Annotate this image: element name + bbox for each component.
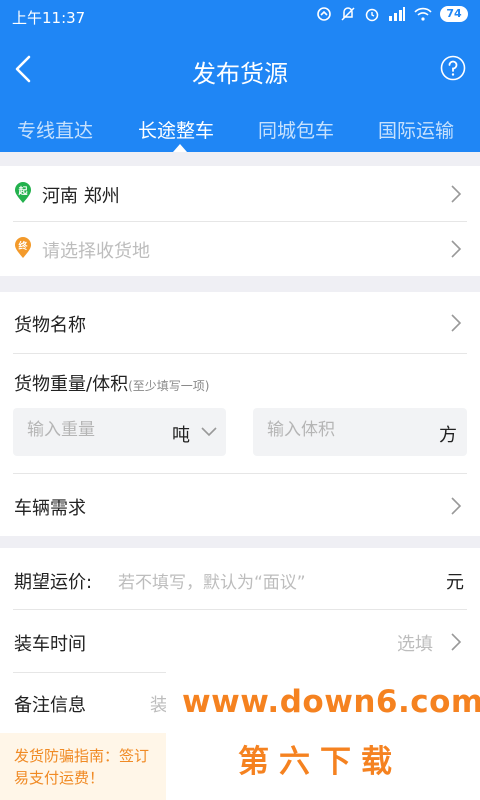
- origin-pin-icon: 起: [14, 182, 32, 204]
- chevron-right-icon: [451, 497, 462, 515]
- cargo-name-row[interactable]: 货物名称: [0, 292, 480, 352]
- mute-icon: [341, 7, 355, 21]
- signal-icon: [389, 7, 405, 21]
- expected-price-placeholder[interactable]: 若不填写，默认为“面议”: [118, 568, 306, 593]
- chevron-right-icon: [451, 240, 462, 258]
- tab-dedicated-line[interactable]: 专线直达: [17, 116, 93, 143]
- expected-price-row[interactable]: 期望运价: 若不填写，默认为“面议” 元: [0, 548, 480, 609]
- weight-input[interactable]: [27, 420, 167, 440]
- vehicle-requirement-row[interactable]: 车辆需求: [0, 474, 480, 536]
- app-header: 上午11:37 74 发布货源 专线直达 长途整车 同城包车 国际运输: [0, 0, 480, 152]
- anti-fraud-text: 发货防骗指南：签订 易支付运费！: [14, 747, 150, 787]
- watermark-name: 第六下载: [238, 744, 402, 780]
- chevron-right-icon: [451, 633, 462, 651]
- weight-volume-hint: (至少填写一项): [128, 379, 210, 393]
- weight-volume-label: 货物重量/体积(至少填写一项): [14, 374, 210, 395]
- price-unit: 元: [446, 572, 464, 593]
- vehicle-requirement-label: 车辆需求: [14, 498, 86, 519]
- destination-placeholder: 请选择收货地: [42, 241, 150, 262]
- status-icons: 74: [316, 6, 468, 22]
- status-bar: 上午11:37 74: [0, 0, 480, 34]
- tab-city-charter[interactable]: 同城包车: [258, 116, 334, 143]
- chevron-right-icon: [451, 314, 462, 332]
- loading-time-row[interactable]: 装车时间 选填: [0, 610, 480, 672]
- service-tabs: 专线直达 长途整车 同城包车 国际运输: [0, 104, 480, 152]
- status-time: 上午11:37: [12, 9, 86, 27]
- cargo-name-label: 货物名称: [14, 315, 86, 336]
- chevron-down-icon[interactable]: [201, 427, 217, 437]
- volume-unit: 方: [439, 425, 457, 446]
- watermark-url: www.down6.com: [182, 684, 480, 720]
- page-title: 发布货源: [192, 60, 288, 88]
- expected-price-label: 期望运价:: [14, 572, 93, 593]
- weight-input-box: 吨: [13, 408, 226, 456]
- tab-long-haul-truck[interactable]: 长途整车: [138, 116, 214, 143]
- volume-input-box: 方: [253, 408, 467, 456]
- wifi-icon: [414, 7, 432, 21]
- active-tab-indicator: [173, 144, 187, 152]
- destination-pin-icon: 终: [14, 237, 32, 259]
- notes-label: 备注信息: [14, 695, 86, 716]
- volume-input[interactable]: [267, 420, 407, 440]
- cargo-section: 货物名称 货物重量/体积(至少填写一项) 吨 方 车辆需求: [0, 292, 480, 536]
- route-section: 起 河南 郑州 终 请选择收货地: [0, 166, 480, 276]
- loading-time-label: 装车时间: [14, 634, 86, 655]
- help-icon[interactable]: [440, 55, 466, 81]
- title-bar: 发布货源: [0, 34, 480, 104]
- watermark: www.down6.com 第六下载: [166, 666, 480, 800]
- tab-international[interactable]: 国际运输: [378, 116, 454, 143]
- battery-indicator: 74: [440, 6, 468, 22]
- alarm-icon: [365, 8, 379, 22]
- weight-volume-row: 货物重量/体积(至少填写一项) 吨 方: [0, 354, 480, 472]
- chevron-right-icon: [451, 185, 462, 203]
- weight-unit[interactable]: 吨: [172, 421, 190, 447]
- destination-row[interactable]: 终 请选择收货地: [0, 222, 480, 276]
- origin-row[interactable]: 起 河南 郑州: [0, 166, 480, 221]
- loading-time-value: 选填: [397, 634, 433, 655]
- origin-location: 河南 郑州: [42, 186, 120, 207]
- data-sync-icon: [317, 7, 331, 21]
